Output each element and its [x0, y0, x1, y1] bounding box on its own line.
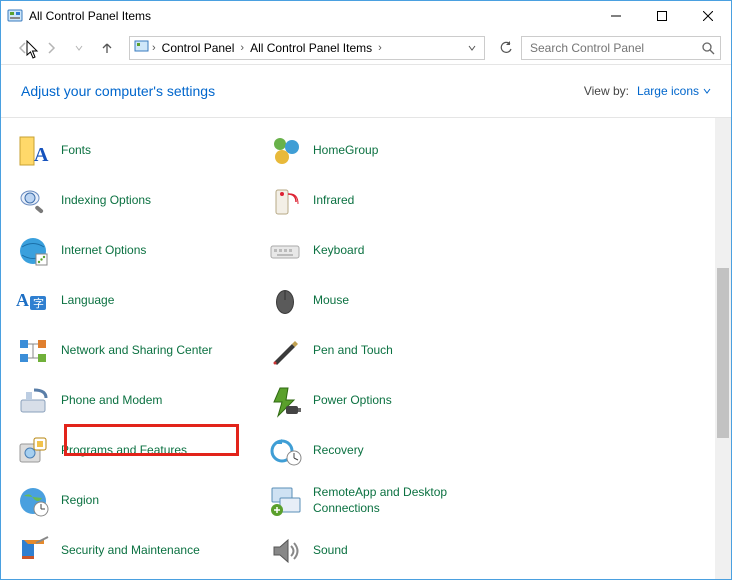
forward-button[interactable] [39, 36, 63, 60]
power-icon [267, 383, 303, 419]
breadcrumb-root[interactable]: Control Panel [158, 41, 239, 55]
breadcrumb-current[interactable]: All Control Panel Items [246, 41, 376, 55]
control-panel-item[interactable]: Phone and Modem [11, 376, 251, 426]
item-label: Region [61, 493, 99, 509]
item-label: Indexing Options [61, 193, 151, 209]
control-panel-item[interactable]: Security and Maintenance [11, 526, 251, 576]
control-panel-window: All Control Panel Items [0, 0, 732, 580]
item-label: Network and Sharing Center [61, 343, 212, 359]
breadcrumb-dropdown[interactable] [464, 44, 480, 52]
control-panel-app-icon [7, 8, 23, 24]
phone-icon [15, 383, 51, 419]
titlebar: All Control Panel Items [1, 1, 731, 31]
control-panel-item[interactable]: HomeGroup [263, 126, 503, 176]
up-button[interactable] [95, 36, 119, 60]
control-panel-item[interactable]: A Fonts [11, 126, 251, 176]
sound-icon [267, 533, 303, 569]
chevron-down-icon [703, 88, 711, 94]
item-label: Programs and Features [61, 443, 187, 459]
control-panel-item[interactable]: Region [11, 476, 251, 526]
recovery-icon [267, 433, 303, 469]
nav-toolbar: › Control Panel › All Control Panel Item… [1, 31, 731, 65]
breadcrumb-root-icon [134, 39, 150, 56]
view-by-dropdown[interactable]: Large icons [637, 84, 711, 98]
page-heading: Adjust your computer's settings [21, 83, 215, 99]
item-label: Sound [313, 543, 348, 559]
item-label: Fonts [61, 143, 91, 159]
item-label: Pen and Touch [313, 343, 393, 359]
item-label: Infrared [313, 193, 354, 209]
search-icon[interactable] [696, 41, 720, 55]
infrared-icon [267, 183, 303, 219]
scrollbar-thumb[interactable] [717, 268, 729, 438]
item-label: Power Options [313, 393, 392, 409]
items-pane: AFontsIndexing OptionsInternet OptionsA字… [1, 118, 731, 579]
svg-text:字: 字 [33, 296, 44, 310]
control-panel-item[interactable]: Recovery [263, 426, 503, 476]
item-label: HomeGroup [313, 143, 378, 159]
view-by-value: Large icons [637, 84, 699, 98]
control-panel-item[interactable]: Indexing Options [11, 176, 251, 226]
refresh-button[interactable] [495, 37, 517, 59]
mouse-icon [267, 283, 303, 319]
item-label: Keyboard [313, 243, 364, 259]
search-box[interactable] [521, 36, 721, 60]
close-button[interactable] [685, 1, 731, 31]
item-label: Mouse [313, 293, 349, 309]
region-icon [15, 483, 51, 519]
remoteapp-icon [267, 483, 303, 519]
view-by-label: View by: [584, 84, 629, 98]
indexing-icon [15, 183, 51, 219]
control-panel-item[interactable]: Power Options [263, 376, 503, 426]
content-header: Adjust your computer's settings View by:… [1, 65, 731, 118]
item-label: Language [61, 293, 114, 309]
chevron-right-icon: › [240, 42, 244, 54]
view-by-control: View by: Large icons [584, 84, 711, 98]
chevron-right-icon: › [152, 42, 156, 54]
back-button[interactable] [11, 36, 35, 60]
fonts-icon: A [15, 133, 51, 169]
recent-locations-dropdown[interactable] [67, 36, 91, 60]
chevron-right-icon: › [378, 42, 382, 54]
language-icon: A字 [15, 283, 51, 319]
control-panel-item[interactable]: Sound [263, 526, 503, 576]
pen-icon [267, 333, 303, 369]
control-panel-item[interactable]: Internet Options [11, 226, 251, 276]
maximize-button[interactable] [639, 1, 685, 31]
control-panel-item[interactable]: Mouse [263, 276, 503, 326]
control-panel-item[interactable]: RemoteApp and Desktop Connections [263, 476, 503, 526]
item-label: Internet Options [61, 243, 146, 259]
window-title: All Control Panel Items [29, 9, 593, 23]
svg-text:A: A [34, 144, 49, 166]
breadcrumb[interactable]: › Control Panel › All Control Panel Item… [129, 36, 485, 60]
programs-icon [15, 433, 51, 469]
network-icon [15, 333, 51, 369]
keyboard-icon [267, 233, 303, 269]
item-label: RemoteApp and Desktop Connections [313, 485, 493, 516]
homegroup-icon [267, 133, 303, 169]
item-label: Phone and Modem [61, 393, 162, 409]
control-panel-item[interactable]: A字 Language [11, 276, 251, 326]
control-panel-item[interactable]: Infrared [263, 176, 503, 226]
control-panel-item[interactable]: Network and Sharing Center [11, 326, 251, 376]
minimize-button[interactable] [593, 1, 639, 31]
vertical-scrollbar[interactable] [715, 118, 731, 579]
internet-icon [15, 233, 51, 269]
control-panel-item[interactable]: Keyboard [263, 226, 503, 276]
item-label: Recovery [313, 443, 364, 459]
control-panel-item[interactable]: Pen and Touch [263, 326, 503, 376]
security-icon [15, 533, 51, 569]
item-label: Security and Maintenance [61, 543, 200, 559]
search-input[interactable] [528, 40, 696, 56]
control-panel-item[interactable]: Programs and Features [11, 426, 251, 476]
svg-text:A: A [16, 290, 29, 310]
